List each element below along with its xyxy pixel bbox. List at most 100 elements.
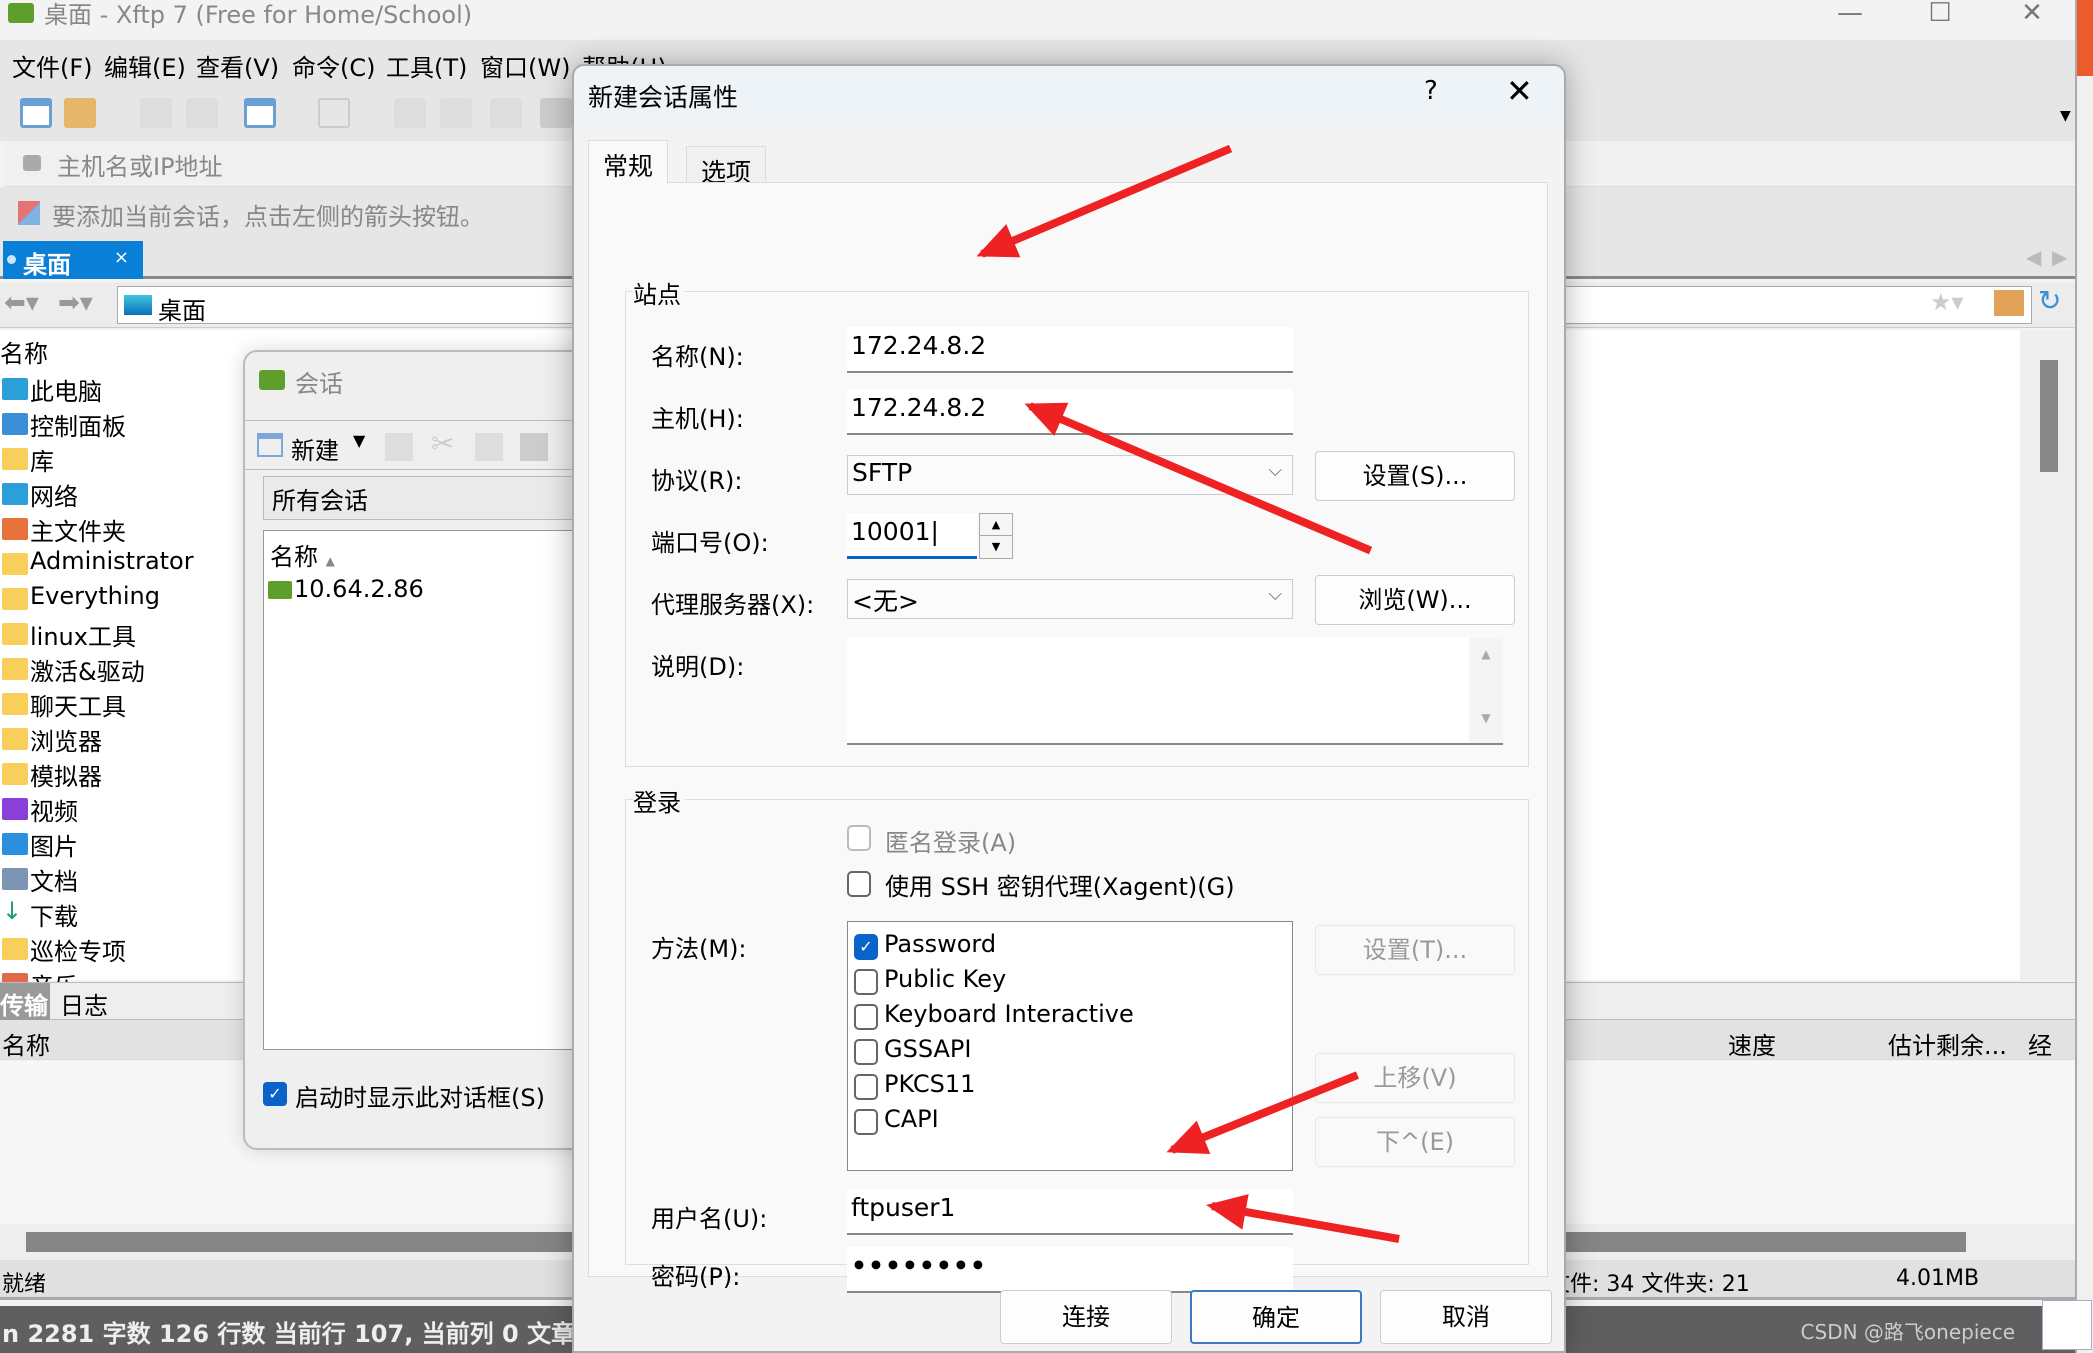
edit-pen-icon[interactable]: [2042, 1300, 2092, 1350]
col-speed[interactable]: 速度: [1728, 1026, 1776, 1061]
menu-view[interactable]: 查看(V): [196, 48, 279, 83]
window-title: 桌面 - Xftp 7 (Free for Home/School): [44, 1, 473, 29]
port-stepper[interactable]: ▲ ▼: [979, 513, 1013, 559]
file-name: 主文件夹: [30, 518, 126, 546]
col-eta[interactable]: 估计剩余...: [1888, 1026, 2007, 1061]
auth-method-checkbox[interactable]: [854, 1074, 878, 1100]
auth-method-checkbox[interactable]: [854, 969, 878, 995]
hint-text: 要添加当前会话，点击左侧的箭头按钮。: [52, 203, 484, 231]
scrollbar-thumb[interactable]: [2040, 360, 2058, 472]
menu-file[interactable]: 文件(F): [12, 48, 93, 83]
general-panel: 站点 名称(N): 172.24.8.2 主机(H): 172.24.8.2 协…: [588, 182, 1548, 1293]
maximize-button[interactable]: ☐: [1910, 0, 1970, 30]
auth-method-checkbox[interactable]: [854, 1039, 878, 1065]
host-input[interactable]: 172.24.8.2: [847, 389, 1293, 435]
port-down-icon[interactable]: ▼: [980, 536, 1012, 558]
auth-method-checkbox[interactable]: ✓: [854, 934, 878, 960]
tab-options[interactable]: 选项: [686, 146, 767, 187]
print-icon[interactable]: [540, 98, 572, 128]
back-arrow-icon[interactable]: ⬅▾: [4, 288, 39, 318]
port-up-icon[interactable]: ▲: [980, 514, 1012, 536]
description-textarea[interactable]: ▲ ▼: [847, 637, 1503, 745]
auth-method-label: Password: [884, 930, 997, 958]
name-input[interactable]: 172.24.8.2: [847, 327, 1293, 373]
proxy-label: 代理服务器(X):: [651, 591, 815, 619]
disconnect-icon[interactable]: [140, 98, 172, 128]
tab-transfer[interactable]: 传输: [0, 983, 50, 1020]
ok-button[interactable]: 确定: [1190, 1290, 1362, 1344]
file-name: 浏览器: [30, 728, 102, 756]
new-session-button[interactable]: 新建: [291, 431, 339, 466]
help-button[interactable]: ?: [1424, 76, 1438, 106]
proxy-select[interactable]: <无> ⌵: [847, 579, 1293, 619]
new-dropdown-icon[interactable]: ▼: [353, 431, 365, 450]
cancel-button[interactable]: 取消: [1380, 1290, 1552, 1344]
lock-icon: [23, 155, 41, 171]
method-settings-button[interactable]: 设置(T)...: [1315, 925, 1515, 975]
folder-icon: [2, 448, 28, 470]
session-folder-icon: [259, 370, 285, 390]
tab-local-desktop[interactable]: 桌面 ×: [3, 241, 143, 279]
sync-icon[interactable]: [490, 98, 522, 128]
host-address-input[interactable]: 主机名或IP地址: [57, 147, 223, 182]
tab-scroll-right-icon[interactable]: ▶: [2052, 245, 2067, 269]
close-window-button[interactable]: ✕: [2002, 0, 2062, 30]
auth-method-label: CAPI: [884, 1105, 939, 1133]
all-sessions-folder[interactable]: 所有会话: [263, 476, 605, 520]
session-properties-icon[interactable]: [244, 98, 276, 128]
column-header-name[interactable]: 名称: [0, 334, 48, 369]
col-name[interactable]: 名称: [2, 1026, 50, 1061]
xagent-checkbox[interactable]: [847, 871, 871, 897]
tab-close-icon[interactable]: ×: [114, 247, 129, 268]
refresh-icon[interactable]: ↻: [2038, 284, 2061, 317]
menu-command[interactable]: 命令(C): [292, 48, 375, 83]
tab-general[interactable]: 常规: [588, 140, 669, 184]
username-label: 用户名(U):: [651, 1205, 768, 1233]
session-item[interactable]: 10.64.2.86: [294, 575, 424, 603]
new-session-properties-dialog: 新建会话属性 ? ✕ 常规 选项 站点 名称(N): 172.24.8.2 主机…: [572, 64, 1566, 1353]
minimize-button[interactable]: —: [1820, 0, 1880, 30]
file-name: 巡检专项: [30, 938, 126, 966]
menu-window[interactable]: 窗口(W): [480, 48, 570, 83]
menu-tools[interactable]: 工具(T): [386, 48, 467, 83]
toolbar-overflow-icon[interactable]: ▼: [2060, 108, 2071, 124]
show-on-startup-checkbox[interactable]: ✓: [263, 1082, 287, 1106]
background-app-logo: [2077, 0, 2093, 76]
tab-scroll-left-icon[interactable]: ◀: [2026, 245, 2041, 269]
reconnect-icon[interactable]: [186, 98, 218, 128]
menu-edit[interactable]: 编辑(E): [104, 48, 186, 83]
tab-log[interactable]: 日志: [60, 986, 108, 1021]
anonymous-checkbox[interactable]: [847, 825, 871, 851]
description-scrollbar[interactable]: ▲ ▼: [1469, 637, 1503, 743]
protocol-settings-button[interactable]: 设置(S)...: [1315, 451, 1515, 501]
download-file-icon[interactable]: [440, 98, 472, 128]
password-input[interactable]: ••••••••: [847, 1247, 1293, 1293]
protocol-label: 协议(R):: [651, 467, 743, 495]
port-input[interactable]: 10001|: [847, 513, 977, 559]
add-session-arrow-icon[interactable]: [18, 201, 40, 225]
proxy-browse-button[interactable]: 浏览(W)...: [1315, 575, 1515, 625]
dialog-close-button[interactable]: ✕: [1506, 72, 1533, 110]
tab-label: 桌面: [23, 251, 71, 279]
properties-icon[interactable]: [385, 433, 413, 461]
list-header-name[interactable]: 名称 ▲: [270, 537, 335, 572]
status-counts: 文件: 34 文件夹: 21: [1548, 1272, 1750, 1297]
password-label: 密码(P):: [651, 1263, 741, 1291]
auth-method-checkbox[interactable]: [854, 1004, 878, 1030]
new-session-icon[interactable]: [20, 98, 52, 128]
bookmark-star-icon[interactable]: ★▾: [1930, 288, 1964, 316]
play-icon[interactable]: [318, 98, 350, 128]
cut-icon[interactable]: ✂: [431, 427, 454, 460]
upload-file-icon[interactable]: [394, 98, 426, 128]
paste-icon[interactable]: [520, 433, 548, 461]
auth-method-checkbox[interactable]: [854, 1109, 878, 1135]
forward-arrow-icon[interactable]: ➡▾: [58, 288, 93, 318]
parent-folder-icon[interactable]: [1994, 290, 2024, 316]
title-bar: 桌面 - Xftp 7 (Free for Home/School) — ☐ ✕: [0, 0, 2075, 38]
move-down-button[interactable]: 下^(E): [1315, 1117, 1515, 1167]
open-folder-icon[interactable]: [64, 98, 96, 128]
copy-icon[interactable]: [475, 433, 503, 461]
path-value: 桌面: [158, 297, 206, 325]
connect-button[interactable]: 连接: [1000, 1290, 1172, 1344]
file-list-scrollbar[interactable]: [2020, 330, 2075, 980]
